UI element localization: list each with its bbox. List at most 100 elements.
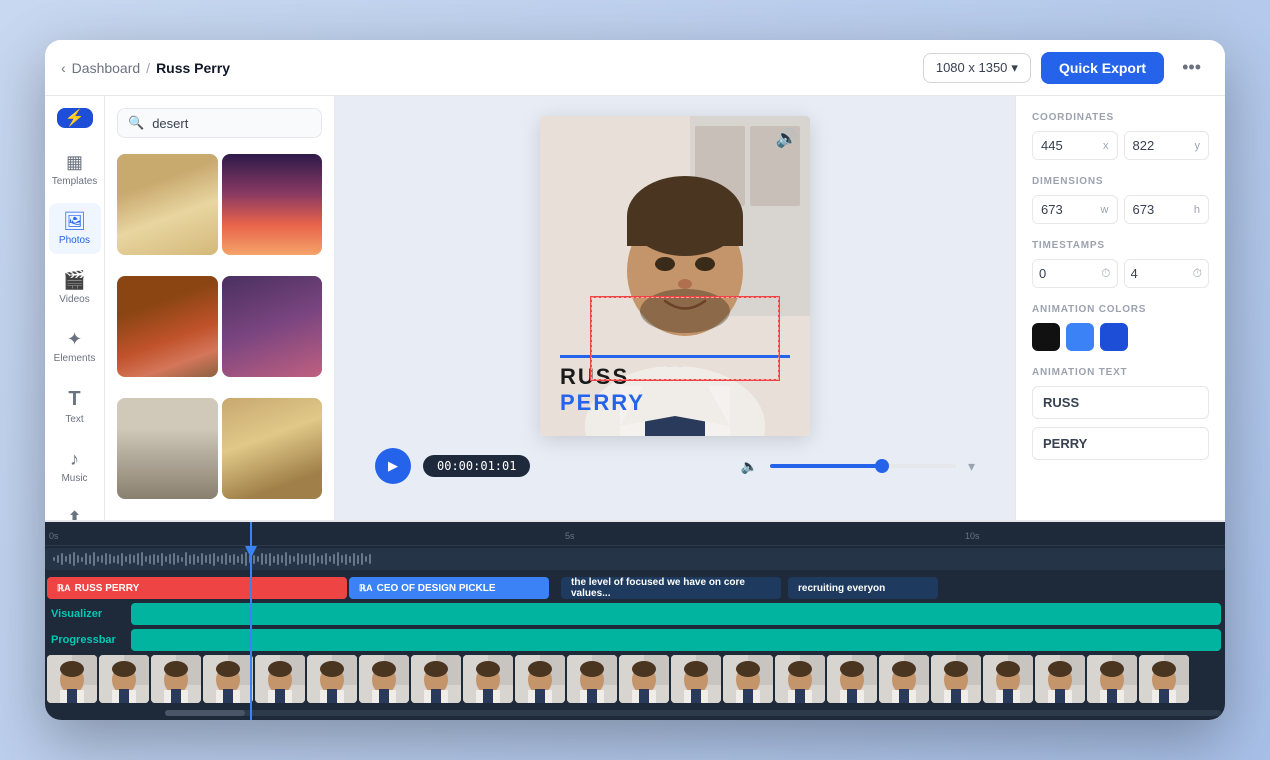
- more-button[interactable]: •••: [1174, 53, 1209, 82]
- sidebar-item-videos[interactable]: 🎬 Videos: [49, 262, 101, 313]
- breadcrumb-current: Russ Perry: [156, 60, 230, 76]
- volume-icon[interactable]: 🔈: [741, 458, 758, 475]
- visualizer-track[interactable]: [131, 603, 1221, 625]
- coord-x-suffix: x: [1103, 134, 1117, 158]
- progressbar-track-row: Progressbar: [45, 627, 1225, 653]
- thumb-item: [307, 655, 357, 703]
- visualizer-track-row: Visualizer: [45, 601, 1225, 627]
- audio-waveform-track: // Generate waveform bars inline const w…: [45, 546, 1225, 572]
- coord-row: x y: [1032, 131, 1209, 160]
- color-swatch-blue-dark[interactable]: [1100, 323, 1128, 351]
- sidebar-item-text[interactable]: T Text: [49, 380, 101, 433]
- elements-icon: ✦: [67, 329, 82, 350]
- animation-colors-section: ANIMATION COLORS: [1032, 304, 1209, 351]
- sidebar-item-music[interactable]: ♪ Music: [49, 441, 101, 492]
- media-item-desert-1[interactable]: [117, 154, 218, 255]
- coord-x-input[interactable]: [1033, 132, 1103, 159]
- thumb-item: [983, 655, 1033, 703]
- search-bar: 🔍 ✕: [117, 108, 322, 138]
- media-item-desert-4[interactable]: [222, 276, 323, 377]
- sidebar-item-label: Music: [61, 473, 87, 484]
- sidebar-item-elements[interactable]: ✦ Elements: [49, 321, 101, 372]
- app-logo: ⚡: [57, 108, 93, 128]
- coord-y-input[interactable]: [1125, 132, 1195, 159]
- color-swatch-blue-mid[interactable]: [1066, 323, 1094, 351]
- dim-h-suffix: h: [1194, 198, 1208, 222]
- ts-start-input[interactable]: [1033, 260, 1101, 287]
- timeline-playhead[interactable]: [250, 522, 252, 720]
- animation-text-section: ANIMATION TEXT: [1032, 367, 1209, 468]
- dim-w-field: w: [1032, 195, 1118, 224]
- ruler-0s: 0s: [49, 531, 59, 541]
- thumb-item: [619, 655, 669, 703]
- playback-bar: ▶ 00:00:01:01 🔈 ▾: [375, 448, 975, 484]
- media-item-desert-5[interactable]: [117, 398, 218, 499]
- coord-y-suffix: y: [1195, 134, 1209, 158]
- clip-text-icon: ℝA: [57, 583, 71, 594]
- dim-w-input[interactable]: [1033, 196, 1101, 223]
- seek-thumb: [875, 459, 889, 473]
- dim-h-input[interactable]: [1125, 196, 1194, 223]
- dim-w-suffix: w: [1101, 198, 1117, 222]
- chevron-down-icon[interactable]: ▾: [968, 458, 975, 475]
- clip-ceo[interactable]: ℝA CEO OF DESIGN PICKLE: [349, 577, 549, 599]
- canvas-wrapper[interactable]: 🔊 RUSS PERRY: [540, 116, 810, 436]
- breadcrumb-separator: /: [146, 60, 150, 76]
- left-sidebar: ⚡ ▦ Templates 🖼 Photos 🎬 Videos ✦ Elemen…: [45, 96, 105, 520]
- media-item-desert-3[interactable]: [117, 276, 218, 377]
- sidebar-item-templates[interactable]: ▦ Templates: [49, 144, 101, 195]
- media-item-desert-2[interactable]: [222, 154, 323, 255]
- coord-x-field: x: [1032, 131, 1118, 160]
- scrollbar-thumb[interactable]: [165, 710, 245, 716]
- timestamps-section: TIMESTAMPS ⏱ ⏱: [1032, 240, 1209, 288]
- back-icon[interactable]: ‹: [61, 60, 66, 76]
- media-item-desert-6[interactable]: [222, 398, 323, 499]
- ts-end-input[interactable]: [1125, 260, 1193, 287]
- visualizer-label: Visualizer: [47, 608, 127, 620]
- thumb-item: [255, 655, 305, 703]
- quick-export-button[interactable]: Quick Export: [1041, 52, 1164, 84]
- timeline-scrollbar[interactable]: [165, 710, 1221, 716]
- thumb-item: [723, 655, 773, 703]
- ts-start-icon: ⏱: [1101, 266, 1116, 281]
- sidebar-item-uploads[interactable]: ⬆ Uploads: [49, 500, 101, 520]
- thumb-item: [879, 655, 929, 703]
- top-bar: ‹ Dashboard / Russ Perry 1080 x 1350 ▾ Q…: [45, 40, 1225, 96]
- resolution-button[interactable]: 1080 x 1350 ▾: [923, 53, 1031, 83]
- thumb-item: [463, 655, 513, 703]
- thumb-item: [411, 655, 461, 703]
- color-swatch-black[interactable]: [1032, 323, 1060, 351]
- sidebar-item-label: Templates: [52, 176, 98, 187]
- sidebar-item-photos[interactable]: 🖼 Photos: [49, 203, 101, 254]
- animation-text-label: ANIMATION TEXT: [1032, 367, 1209, 378]
- clip-russ-perry[interactable]: ℝA RUSS PERRY: [47, 577, 347, 599]
- ts-end-icon: ⏱: [1193, 266, 1208, 281]
- coord-y-field: y: [1124, 131, 1210, 160]
- thumb-item: [671, 655, 721, 703]
- timestamps-label: TIMESTAMPS: [1032, 240, 1209, 251]
- play-button[interactable]: ▶: [375, 448, 411, 484]
- thumb-item: [931, 655, 981, 703]
- audio-icon[interactable]: 🔊: [776, 128, 798, 149]
- seek-bar[interactable]: [770, 464, 956, 468]
- breadcrumb: ‹ Dashboard / Russ Perry: [61, 60, 911, 76]
- animation-text-line2[interactable]: [1032, 427, 1209, 460]
- templates-icon: ▦: [66, 152, 83, 173]
- timeline-ruler: 0s 5s 10s: [45, 522, 1225, 546]
- animation-text-line1[interactable]: [1032, 386, 1209, 419]
- thumb-item: [359, 655, 409, 703]
- search-input[interactable]: [152, 116, 328, 131]
- sidebar-item-label: Text: [65, 414, 83, 425]
- media-panel: 🔍 ✕: [105, 96, 335, 520]
- canvas-area: 🔊 RUSS PERRY ▶ 00:00:01:01 🔈: [335, 96, 1015, 520]
- progressbar-track[interactable]: [131, 629, 1221, 651]
- thumb-item: [567, 655, 617, 703]
- ruler-10s: 10s: [965, 531, 980, 541]
- media-grid: [105, 150, 334, 520]
- ts-end-field: ⏱: [1124, 259, 1210, 288]
- dashboard-link[interactable]: Dashboard: [72, 60, 141, 76]
- main-layout: ⚡ ▦ Templates 🖼 Photos 🎬 Videos ✦ Elemen…: [45, 96, 1225, 520]
- search-icon: 🔍: [128, 115, 144, 131]
- clip-quote2[interactable]: recruiting everyon: [788, 577, 938, 599]
- clip-quote1[interactable]: the level of focused we have on core val…: [561, 577, 781, 599]
